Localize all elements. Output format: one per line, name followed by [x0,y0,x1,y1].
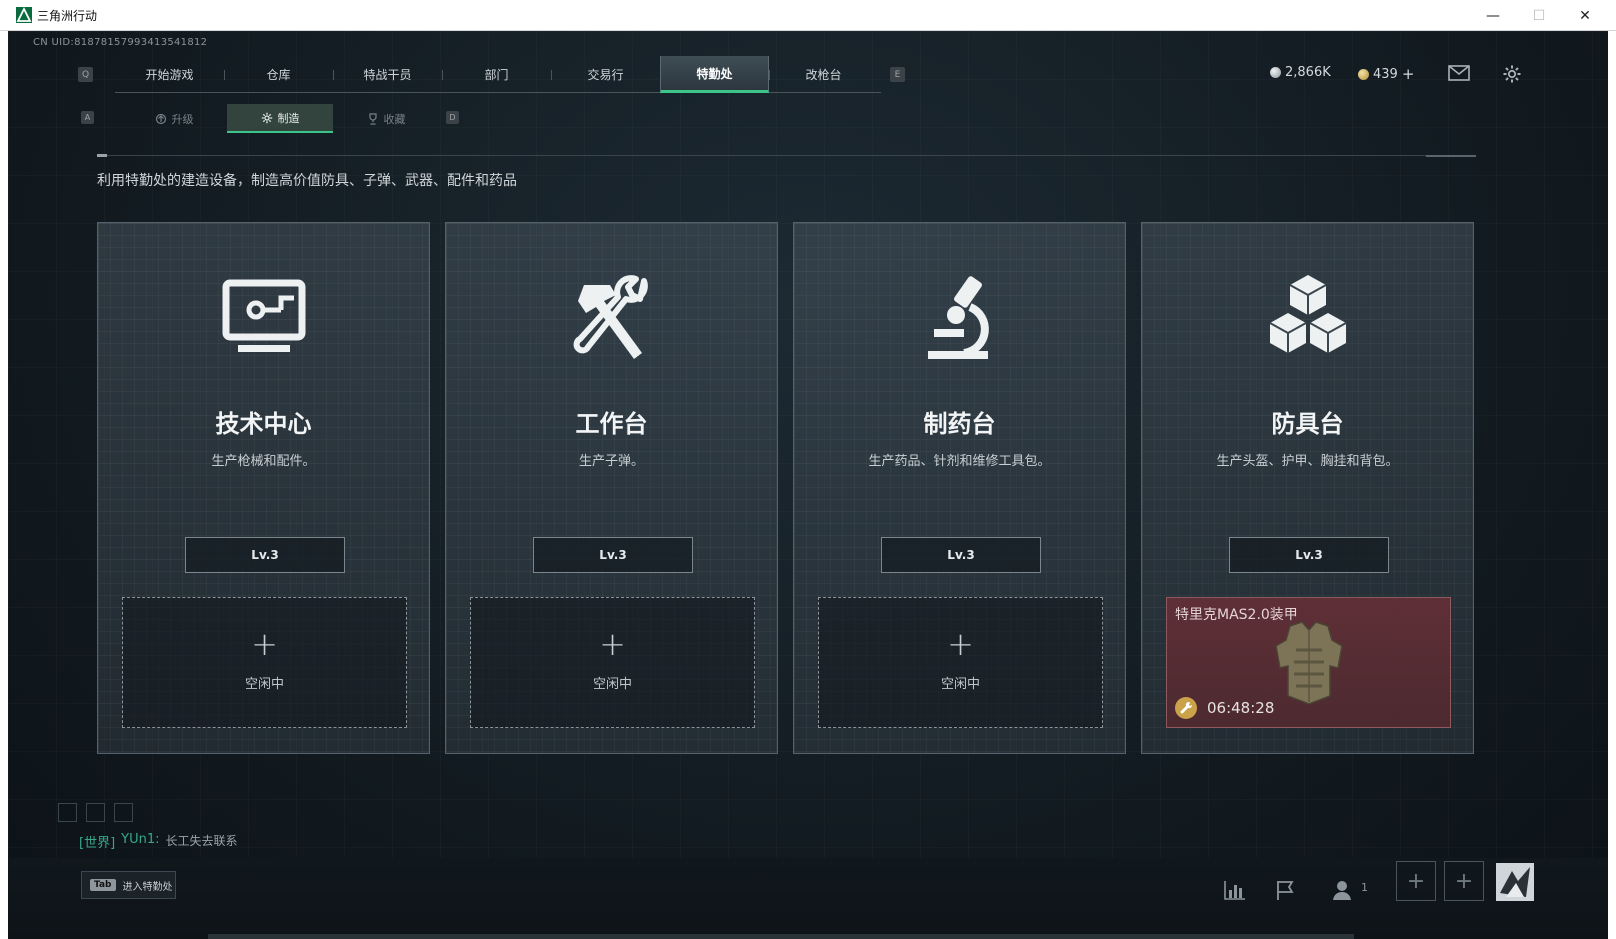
tab-operators[interactable]: 特战干员 [333,56,442,93]
gold-currency[interactable]: 439 + [1358,65,1414,83]
divider-accent [1426,155,1476,157]
close-button[interactable]: ✕ [1562,0,1608,31]
stats-chart-icon[interactable] [1223,879,1247,901]
trophy-icon [367,112,379,125]
tab-trade[interactable]: 交易行 [551,56,660,93]
add-icon: + [599,625,626,663]
level-button[interactable]: Lv.3 [533,537,693,573]
sub-nav: 升级 制造 收藏 [121,104,439,133]
tab-key-hint: Tab [90,879,116,891]
chat-toggle-button[interactable] [58,803,77,822]
card-pharmacy[interactable]: 制药台 生产药品、针剂和维修工具包。 Lv.3 + 空闲中 [793,222,1126,754]
upgrade-icon [155,113,167,125]
hammer-wrench-icon [564,271,660,361]
silver-coin-icon [1270,67,1281,78]
divider-marker [97,154,107,157]
app-logo-icon [16,7,32,23]
card-tech-center[interactable]: 技术中心 生产枪械和配件。 Lv.3 + 空闲中 [97,222,430,754]
gold-coin-icon [1358,68,1369,80]
window-title: 三角洲行动 [37,9,98,23]
card-title: 制药台 [923,410,996,438]
silver-currency: 2,866K [1270,65,1331,80]
cubes-icon [1260,271,1356,361]
tab-craft[interactable]: 制造 [227,104,333,133]
level-button[interactable]: Lv.3 [1229,537,1389,573]
minimize-button[interactable]: — [1470,0,1516,31]
tab-craft-label: 制造 [277,111,300,125]
tab-upgrade-label: 升级 [171,112,194,126]
chat-channel: [世界] [79,836,116,851]
crafting-timer: 06:48:28 [1175,697,1274,719]
add-teammate-button[interactable]: + [1396,861,1436,901]
tab-warehouse[interactable]: 仓库 [224,56,333,93]
level-button[interactable]: Lv.3 [881,537,1041,573]
flag-icon[interactable] [1274,879,1298,901]
add-icon: + [947,625,974,663]
level-button[interactable]: Lv.3 [185,537,345,573]
silver-amount: 2,866K [1285,65,1331,80]
computer-icon [216,271,312,361]
add-icon: + [251,625,278,663]
card-description: 生产枪械和配件。 [211,454,316,469]
slot-status: 空闲中 [940,677,980,692]
add-currency-icon[interactable]: + [1402,65,1415,83]
production-slot[interactable]: + 空闲中 [818,597,1103,728]
card-workbench[interactable]: 工作台 生产子弹。 Lv.3 + 空闲中 [445,222,778,754]
gold-amount: 439 [1373,66,1398,82]
tab-special-ops[interactable]: 特勤处 [660,56,769,93]
card-description: 生产药品、针剂和维修工具包。 [868,454,1051,469]
add-teammate-button[interactable]: + [1444,861,1484,901]
slot-status: 空闲中 [244,677,284,692]
window-titlebar: 三角洲行动 — ☐ ✕ [0,0,1616,31]
mail-icon[interactable] [1448,64,1470,82]
chat-toggle-button[interactable] [114,803,133,822]
wrench-icon [1175,697,1197,719]
slot-status: 空闲中 [592,677,632,692]
subnav-next-key[interactable]: D [446,111,459,124]
avatar[interactable] [1496,863,1534,901]
game-viewport: CN UID:8187815799341354​1812 Q 开始游戏 仓库 特… [8,31,1608,939]
timer-value: 06:48:28 [1207,699,1275,717]
chat-text: 长工失去联系 [165,834,238,848]
user-uid: CN UID:8187815799341354​1812 [33,37,208,48]
nav-next-key[interactable]: E [890,67,905,82]
card-title: 工作台 [575,410,648,438]
card-description: 生产头盔、护甲、胸挂和背包。 [1216,454,1399,469]
gear-icon [261,112,273,124]
production-slot-active[interactable]: 特里克MAS2.0装甲 06:48:28 [1166,597,1451,728]
maximize-button[interactable]: ☐ [1516,0,1562,31]
tab-hint-label: 进入特勤处 [122,881,173,893]
microscope-icon [912,271,1008,361]
page-description: 利用特勤处的建造设备，制造高价值防具、子弹、武器、配件和药品 [97,173,517,189]
chat-toggle-button[interactable] [86,803,105,822]
chat-user: YUn1: [121,832,160,847]
card-title: 技术中心 [215,410,312,438]
friends-count: 1 [1361,881,1368,894]
subnav-prev-key[interactable]: A [81,111,94,124]
settings-gear-icon[interactable] [1502,64,1524,83]
tab-collection[interactable]: 收藏 [333,104,439,133]
friends-icon[interactable] [1332,879,1356,901]
tab-start-game[interactable]: 开始游戏 [115,56,224,93]
nav-prev-key[interactable]: Q [78,67,93,82]
bottom-strip [208,934,1354,939]
tab-upgrade[interactable]: 升级 [121,104,227,133]
main-nav: 开始游戏 仓库 特战干员 部门 交易行 特勤处 改枪台 [115,56,881,93]
section-divider [97,155,1470,156]
production-slot[interactable]: + 空闲中 [470,597,755,728]
enter-special-ops-button[interactable]: Tab 进入特勤处 [81,871,176,899]
bottom-bar [8,858,1608,939]
chat-message[interactable]: [世界] YUn1: 长工失去联系 [79,832,238,851]
tab-collection-label: 收藏 [383,112,406,126]
production-slot[interactable]: + 空闲中 [122,597,407,728]
tab-gunsmith[interactable]: 改枪台 [769,56,878,93]
tab-department[interactable]: 部门 [442,56,551,93]
card-title: 防具台 [1271,410,1344,438]
card-description: 生产子弹。 [578,454,644,469]
card-armor-bench[interactable]: 防具台 生产头盔、护甲、胸挂和背包。 Lv.3 特里克MAS2.0装甲 06:4… [1141,222,1474,754]
body-armor-image [1268,616,1350,708]
chat-controls [58,803,133,822]
